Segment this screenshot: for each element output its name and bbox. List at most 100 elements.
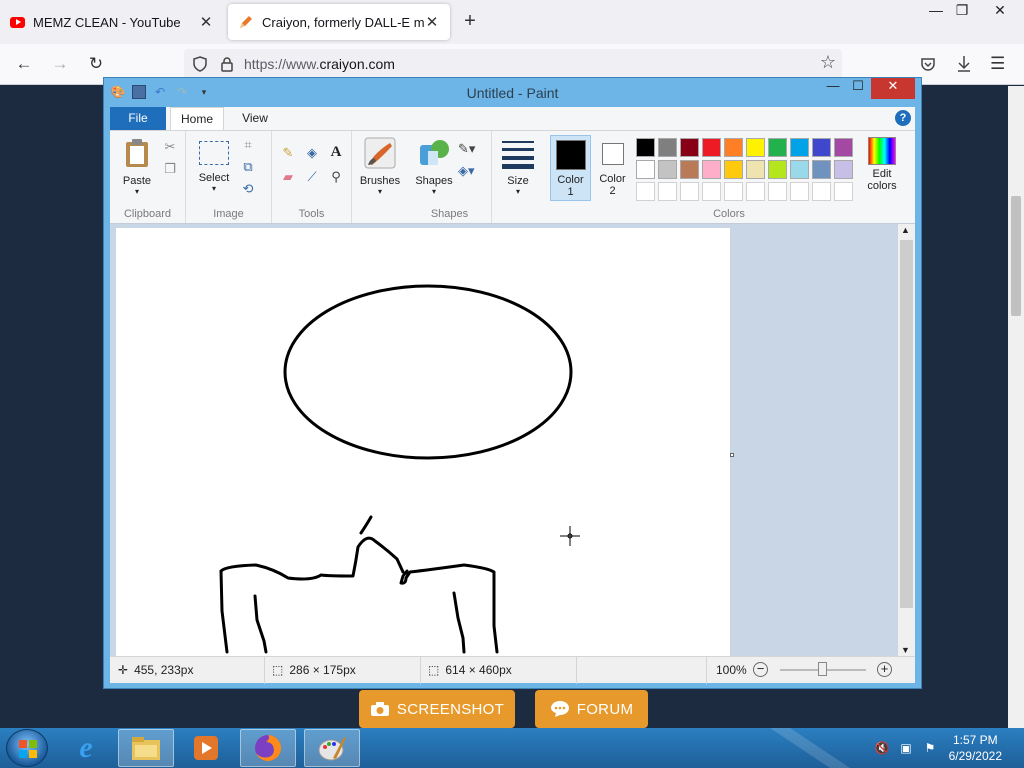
- palette-swatch[interactable]: [790, 138, 809, 157]
- address-bar[interactable]: https://www.craiyon.com ☆: [184, 49, 842, 79]
- brushes-button[interactable]: Brushes ▾: [358, 137, 402, 196]
- action-center-icon[interactable]: ⚑: [922, 741, 938, 755]
- custom-color-slot[interactable]: [768, 182, 787, 201]
- close-window-icon[interactable]: ✕: [986, 2, 1014, 19]
- shapes-button[interactable]: Shapes ▾: [414, 137, 454, 196]
- back-icon[interactable]: ←: [14, 54, 34, 74]
- tab-craiyon[interactable]: Craiyon, formerly DALL-E mini ✕: [228, 4, 450, 40]
- palette-swatch[interactable]: [768, 138, 787, 157]
- palette-swatch[interactable]: [658, 160, 677, 179]
- palette-swatch[interactable]: [746, 160, 765, 179]
- custom-color-slot[interactable]: [702, 182, 721, 201]
- crop-icon[interactable]: ⌗: [240, 137, 256, 153]
- download-icon[interactable]: [956, 55, 972, 73]
- eraser-icon[interactable]: ▰: [280, 169, 296, 185]
- magnifier-icon[interactable]: ⚲: [328, 169, 344, 185]
- new-tab-icon[interactable]: +: [460, 10, 480, 33]
- tab-youtube[interactable]: MEMZ CLEAN - YouTube ✕: [0, 4, 224, 40]
- resize-icon[interactable]: ⧉: [240, 159, 256, 175]
- taskbar-firefox[interactable]: [240, 729, 296, 767]
- palette-swatch[interactable]: [702, 160, 721, 179]
- reload-icon[interactable]: ↻: [86, 54, 106, 74]
- tab-file[interactable]: File: [110, 107, 166, 130]
- rotate-icon[interactable]: ⟲: [240, 181, 256, 197]
- cut-icon[interactable]: ✂: [162, 139, 178, 155]
- close-tab-icon[interactable]: ✕: [198, 13, 214, 31]
- custom-color-slot[interactable]: [834, 182, 853, 201]
- palette-swatch[interactable]: [724, 138, 743, 157]
- lock-icon[interactable]: [220, 56, 234, 72]
- shield-icon[interactable]: [192, 56, 208, 72]
- paint-maximize-icon[interactable]: ☐: [846, 78, 870, 99]
- resize-handle-right[interactable]: [730, 453, 734, 457]
- copy-icon[interactable]: ❐: [162, 161, 178, 177]
- system-clock[interactable]: 1:57 PM 6/29/2022: [949, 732, 1002, 764]
- palette-swatch[interactable]: [724, 160, 743, 179]
- fill-icon[interactable]: ◈▾: [458, 163, 475, 179]
- minimize-icon[interactable]: —: [922, 2, 950, 18]
- palette-swatch[interactable]: [658, 138, 677, 157]
- edit-colors-button[interactable]: Edit colors: [862, 137, 902, 192]
- custom-color-slot[interactable]: [746, 182, 765, 201]
- screenshot-button[interactable]: SCREENSHOT: [359, 690, 515, 728]
- palette-swatch[interactable]: [680, 138, 699, 157]
- scroll-up-icon[interactable]: ▲: [901, 225, 910, 235]
- tab-home[interactable]: Home: [170, 107, 224, 130]
- close-tab-icon[interactable]: ✕: [424, 13, 440, 31]
- color1-button[interactable]: Color 1: [550, 135, 591, 201]
- page-scroll-thumb[interactable]: [1011, 196, 1021, 316]
- menu-icon[interactable]: ☰: [990, 54, 1005, 74]
- paint-minimize-icon[interactable]: —: [820, 78, 846, 99]
- start-button[interactable]: [6, 729, 48, 767]
- custom-color-slot[interactable]: [812, 182, 831, 201]
- network-icon[interactable]: ▣: [898, 741, 914, 755]
- forum-button[interactable]: FORUM: [535, 690, 648, 728]
- drawing-canvas[interactable]: [116, 228, 730, 658]
- paste-button[interactable]: Paste ▾: [116, 137, 158, 196]
- scroll-down-icon[interactable]: ▼: [901, 645, 910, 655]
- taskbar-media-player[interactable]: [178, 729, 234, 767]
- palette-swatch[interactable]: [636, 160, 655, 179]
- scroll-thumb[interactable]: [900, 240, 913, 608]
- select-button[interactable]: Select ▾: [194, 137, 234, 193]
- zoom-out-icon[interactable]: −: [753, 662, 768, 677]
- pocket-icon[interactable]: [920, 56, 936, 72]
- palette-swatch[interactable]: [636, 138, 655, 157]
- fill-bucket-icon[interactable]: ◈: [304, 145, 320, 161]
- restore-icon[interactable]: ❐: [948, 2, 976, 19]
- tab-view[interactable]: View: [228, 107, 282, 130]
- bookmark-star-icon[interactable]: ☆: [820, 52, 836, 73]
- color-picker-icon[interactable]: ⟋: [304, 169, 320, 185]
- zoom-in-icon[interactable]: +: [877, 662, 892, 677]
- color2-button[interactable]: Color 2: [592, 135, 633, 201]
- forward-icon[interactable]: →: [50, 54, 70, 74]
- paint-close-button[interactable]: ✕: [871, 78, 915, 99]
- palette-swatch[interactable]: [702, 138, 721, 157]
- palette-swatch[interactable]: [834, 138, 853, 157]
- palette-swatch[interactable]: [680, 160, 699, 179]
- taskbar-file-explorer[interactable]: [118, 729, 174, 767]
- outline-icon[interactable]: ✎▾: [458, 141, 475, 157]
- custom-color-slot[interactable]: [680, 182, 699, 201]
- custom-color-slot[interactable]: [790, 182, 809, 201]
- paint-titlebar[interactable]: 🎨 ↶ ↷ ▾ Untitled - Paint — ☐ ✕: [104, 78, 921, 107]
- page-scrollbar[interactable]: [1008, 86, 1024, 728]
- show-hidden-icons-icon[interactable]: [770, 728, 850, 768]
- url-text[interactable]: https://www.craiyon.com: [244, 56, 395, 72]
- palette-swatch[interactable]: [834, 160, 853, 179]
- pencil-icon[interactable]: ✎: [280, 145, 296, 161]
- size-button[interactable]: Size ▾: [498, 137, 538, 196]
- taskbar-internet-explorer[interactable]: e: [58, 729, 114, 767]
- taskbar-paint[interactable]: [304, 729, 360, 767]
- palette-swatch[interactable]: [768, 160, 787, 179]
- custom-color-slot[interactable]: [658, 182, 677, 201]
- canvas-vertical-scrollbar[interactable]: ▲ ▼: [898, 224, 915, 656]
- zoom-slider-thumb[interactable]: [818, 662, 827, 676]
- volume-muted-icon[interactable]: 🔇: [874, 741, 890, 755]
- custom-color-slot[interactable]: [636, 182, 655, 201]
- help-icon[interactable]: ?: [895, 110, 911, 126]
- palette-swatch[interactable]: [790, 160, 809, 179]
- text-icon[interactable]: A: [328, 144, 344, 160]
- palette-swatch[interactable]: [812, 138, 831, 157]
- palette-swatch[interactable]: [812, 160, 831, 179]
